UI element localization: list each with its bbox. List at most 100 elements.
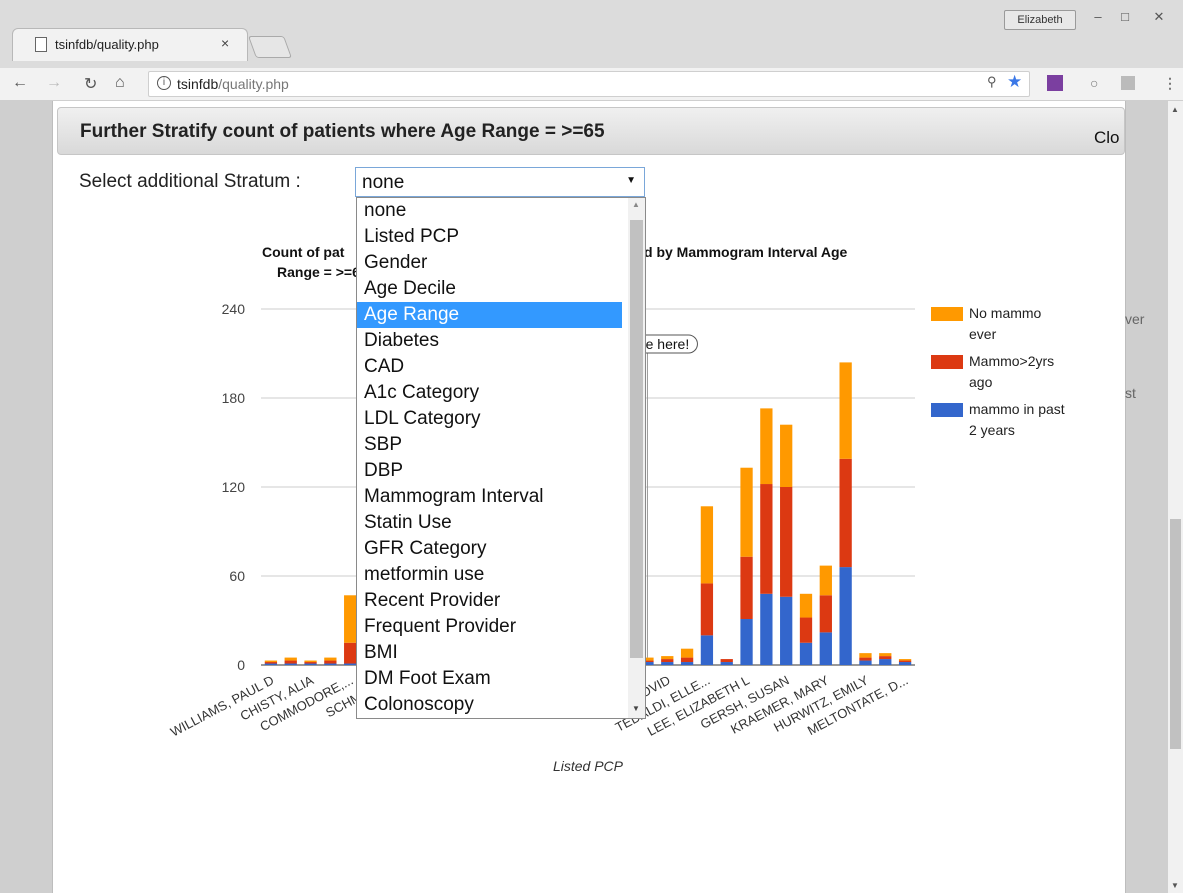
bar-segment xyxy=(819,565,832,596)
dropdown-option[interactable]: LDL Category xyxy=(357,406,622,432)
page-content: Further Stratify count of patients where… xyxy=(0,101,1168,893)
bar-segment xyxy=(284,663,297,665)
dropdown-option[interactable]: A1c Category xyxy=(357,380,622,406)
dropdown-option[interactable]: GFR Category xyxy=(357,536,622,562)
dropdown-scroll-thumb[interactable] xyxy=(630,220,643,658)
address-bar[interactable]: i tsinfdb/quality.php ⚲ ★ xyxy=(148,71,1030,97)
bar-segment xyxy=(859,653,872,658)
window-titlebar: tsinfdb/quality.php × Elizabeth – □ ✕ xyxy=(0,0,1183,68)
home-icon[interactable]: ⌂ xyxy=(115,74,125,92)
dropdown-option[interactable]: Age Range xyxy=(357,302,622,328)
bar-segment xyxy=(898,660,912,663)
y-tick-label: 60 xyxy=(229,568,245,584)
minimize-icon[interactable]: – xyxy=(1085,8,1111,26)
bar-segment xyxy=(324,660,337,664)
stratify-dialog: Further Stratify count of patients where… xyxy=(52,101,1144,893)
maximize-icon[interactable]: □ xyxy=(1112,8,1138,26)
bar-segment xyxy=(760,593,773,665)
tab-title: tsinfdb/quality.php xyxy=(55,37,159,52)
url-host: tsinfdb xyxy=(177,76,219,92)
scroll-down-icon[interactable]: ▼ xyxy=(632,704,640,713)
menu-icon[interactable]: ⋮ xyxy=(1163,75,1177,92)
pdf-extension-icon[interactable] xyxy=(1121,76,1135,90)
bar-segment xyxy=(661,656,674,660)
dropdown-option[interactable]: DBP xyxy=(357,458,622,484)
bar-segment xyxy=(680,662,694,665)
legend-label-line: Mammo>2yrs xyxy=(969,353,1055,369)
legend-label-line: No mammo xyxy=(969,305,1042,321)
forward-icon[interactable]: → xyxy=(46,74,62,92)
profile-button[interactable]: Elizabeth xyxy=(1004,10,1076,30)
bar-segment xyxy=(859,660,872,665)
dropdown-option[interactable]: BMI xyxy=(357,640,622,666)
stratum-dropdown-list[interactable]: none Listed PCP Gender Age Decile Age Range D… xyxy=(356,197,646,719)
page-scrollbar[interactable]: ▲ ▼ xyxy=(1168,101,1183,893)
scroll-up-icon[interactable]: ▲ xyxy=(1171,105,1179,114)
dropdown-option[interactable]: Frequent Provider xyxy=(357,614,622,640)
bar-segment xyxy=(760,484,773,594)
page-icon xyxy=(35,37,47,52)
bar-segment xyxy=(264,663,278,665)
legend-label: No mammo ever xyxy=(969,303,1099,345)
bar-segment xyxy=(879,653,892,657)
bar-segment xyxy=(284,657,297,661)
close-tab-icon[interactable]: × xyxy=(221,35,229,51)
legend-label-line: ever xyxy=(969,326,997,342)
dropdown-option[interactable]: DM Foot Exam xyxy=(357,666,622,692)
bar-segment xyxy=(859,657,872,661)
bar-segment xyxy=(799,642,813,665)
scroll-up-icon[interactable]: ▲ xyxy=(632,200,640,209)
y-tick-label: 120 xyxy=(222,479,246,495)
dropdown-option[interactable]: Gender xyxy=(357,250,622,276)
bar-segment xyxy=(740,619,753,665)
bar-segment xyxy=(898,659,912,661)
bar-segment xyxy=(780,487,793,597)
back-icon[interactable]: ← xyxy=(12,74,28,92)
dropdown-option[interactable]: Recent Provider xyxy=(357,588,622,614)
legend-label: mammo in past 2 years xyxy=(969,399,1099,441)
onenote-icon[interactable] xyxy=(1047,75,1063,91)
legend-label-line: ago xyxy=(969,374,993,390)
legend-swatch xyxy=(931,403,963,417)
bar-segment xyxy=(780,424,793,487)
new-tab-button[interactable] xyxy=(247,36,293,58)
dropdown-option[interactable]: Mammogram Interval xyxy=(357,484,622,510)
bar-segment xyxy=(720,662,733,665)
dropdown-option[interactable]: Colonoscopy xyxy=(357,692,622,718)
dropdown-option[interactable]: none xyxy=(357,198,622,224)
dropdown-option[interactable]: Age Decile xyxy=(357,276,622,302)
dropdown-scrollbar[interactable]: ▲ ▼ xyxy=(628,198,645,718)
dropdown-option[interactable]: SBP xyxy=(357,432,622,458)
bar-segment xyxy=(304,660,317,663)
dropdown-option[interactable]: Statin Use xyxy=(357,510,622,536)
y-tick-label: 180 xyxy=(222,390,246,406)
bar-segment xyxy=(264,660,278,663)
bar-segment xyxy=(799,617,813,643)
star-icon[interactable]: ★ xyxy=(1007,72,1022,92)
info-icon[interactable]: i xyxy=(157,76,171,90)
bar-segment xyxy=(661,659,674,663)
scroll-down-icon[interactable]: ▼ xyxy=(1171,881,1179,890)
dropdown-option[interactable]: metformin use xyxy=(357,562,622,588)
bar-segment xyxy=(720,659,733,663)
legend-label-line: 2 years xyxy=(969,422,1015,438)
y-tick-label: 0 xyxy=(237,657,245,673)
dropdown-option[interactable]: Diabetes xyxy=(357,328,622,354)
legend-swatch xyxy=(931,307,963,321)
bar-segment xyxy=(700,506,714,584)
url-path: /quality.php xyxy=(218,76,289,92)
bar-segment xyxy=(324,663,337,665)
bar-segment xyxy=(760,408,773,485)
bar-segment xyxy=(324,657,337,661)
dropdown-option[interactable]: Listed PCP xyxy=(357,224,622,250)
bar-segment xyxy=(344,642,357,664)
close-window-icon[interactable]: ✕ xyxy=(1146,8,1172,26)
extension-circle-icon[interactable]: ○ xyxy=(1090,75,1098,91)
dropdown-option[interactable]: CAD xyxy=(357,354,622,380)
key-icon[interactable]: ⚲ xyxy=(987,74,997,90)
reload-icon[interactable]: ↻ xyxy=(84,74,97,94)
page-scroll-thumb[interactable] xyxy=(1170,519,1181,749)
browser-tab[interactable]: tsinfdb/quality.php × xyxy=(12,28,248,61)
bar-segment xyxy=(344,663,357,665)
legend-label: Mammo>2yrs ago xyxy=(969,351,1099,393)
